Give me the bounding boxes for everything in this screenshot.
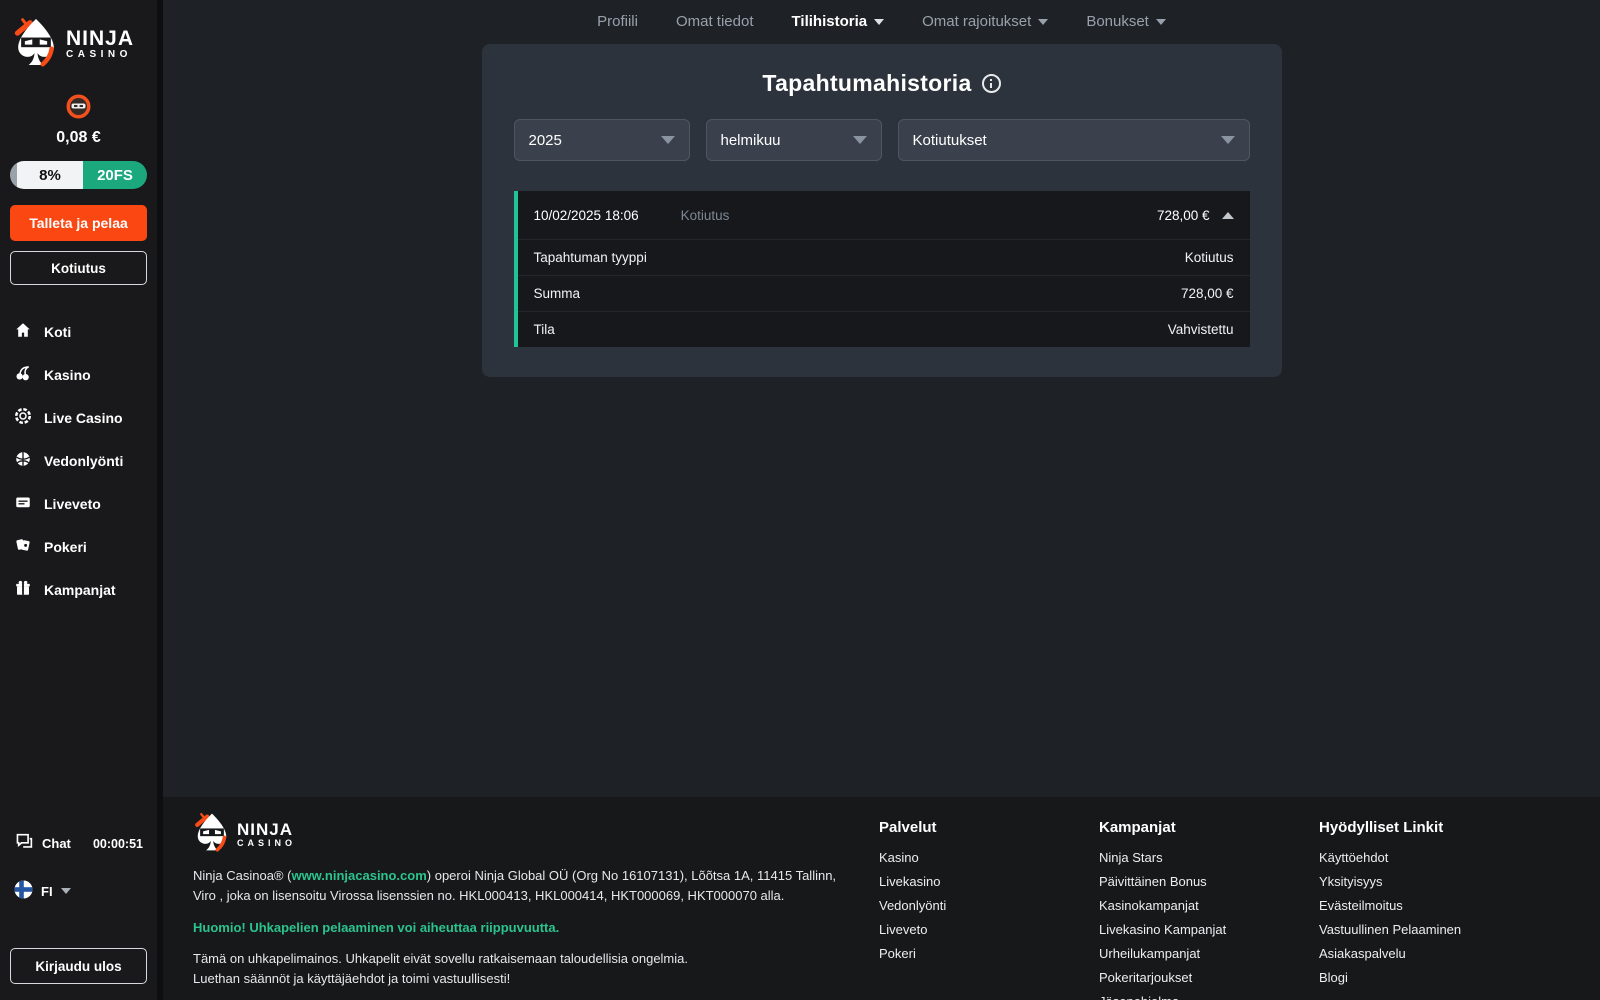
player-avatar-icon[interactable]	[65, 107, 92, 124]
progress-fill	[10, 161, 17, 189]
sidebar: NINJA CASINO 0,08 € 8% 20FS Talleta ja p…	[0, 0, 163, 1000]
sidebar-item-liveveto[interactable]: Liveveto	[14, 493, 147, 514]
withdraw-button[interactable]: Kotiutus	[10, 251, 147, 285]
home-icon	[14, 321, 32, 342]
footer-link[interactable]: Vastuullinen Pelaaminen	[1319, 922, 1539, 937]
footer-link[interactable]: Vedonlyönti	[879, 898, 1099, 913]
footer-column-kampanjat: Kampanjat Ninja Stars Päivittäinen Bonus…	[1099, 811, 1319, 1000]
logout-button[interactable]: Kirjaudu ulos	[10, 948, 147, 984]
legal-text: Ninja Casinoa® (www.ninjacasino.com) ope…	[193, 866, 853, 906]
chat-icon	[14, 833, 34, 854]
sidebar-nav: Koti Kasino Live Casino Vedonlyönti Live…	[10, 321, 147, 600]
brand-wordmark: NINJA CASINO	[66, 29, 134, 61]
footer-link[interactable]: Asiakaspalvelu	[1319, 946, 1539, 961]
ninja-spade-icon	[193, 811, 231, 858]
chevron-down-icon	[1221, 136, 1235, 144]
progress-percent: 8%	[17, 161, 83, 189]
footer-link[interactable]: Ninja Stars	[1099, 850, 1319, 865]
footer-brand-logo: NINJA CASINO	[193, 811, 853, 858]
live-badge-icon	[14, 493, 32, 514]
balance-amount: 0,08 €	[10, 129, 147, 147]
footer-link[interactable]: Evästeilmoitus	[1319, 898, 1539, 913]
footer-link[interactable]: Käyttöehdot	[1319, 850, 1539, 865]
tab-omat-rajoitukset[interactable]: Omat rajoitukset	[922, 13, 1048, 30]
sidebar-item-kampanjat[interactable]: Kampanjat	[14, 579, 147, 600]
footer-link[interactable]: Kasinokampanjat	[1099, 898, 1319, 913]
footer: NINJA CASINO Ninja Casinoa® (www.ninjaca…	[163, 797, 1600, 1000]
transaction-date: 10/02/2025 18:06	[534, 208, 639, 223]
footer-link[interactable]: Yksityisyys	[1319, 874, 1539, 889]
transaction-detail-row: Tapahtuman tyyppi Kotiutus	[518, 239, 1250, 275]
freespins-badge: 20FS	[83, 161, 147, 189]
info-icon[interactable]	[982, 74, 1001, 93]
sidebar-item-live-casino[interactable]: Live Casino	[14, 407, 147, 428]
footer-link[interactable]: Livekasino Kampanjat	[1099, 922, 1319, 937]
footer-legal-block: NINJA CASINO Ninja Casinoa® (www.ninjaca…	[193, 811, 853, 1000]
chat-label: Chat	[42, 836, 71, 851]
playing-cards-icon	[14, 536, 32, 557]
footer-link[interactable]: Liveveto	[879, 922, 1099, 937]
account-top-nav: Profiili Omat tiedot Tilihistoria Omat r…	[163, 0, 1600, 42]
sports-ball-icon	[14, 450, 32, 471]
session-timer: 00:00:51	[93, 837, 143, 851]
footer-column-palvelut: Palvelut Kasino Livekasino Vedonlyönti L…	[879, 811, 1099, 1000]
year-select[interactable]: 2025	[514, 119, 690, 161]
chevron-up-icon	[1222, 212, 1234, 219]
main-area: Profiili Omat tiedot Tilihistoria Omat r…	[163, 0, 1600, 1000]
page-title: Tapahtumahistoria	[762, 70, 971, 97]
finland-flag-icon	[14, 880, 33, 902]
sidebar-bottom: Chat 00:00:51 FI Kirjaudu ulos	[10, 833, 147, 984]
gift-icon	[14, 579, 32, 600]
casino-chip-icon	[14, 407, 32, 428]
sidebar-item-vedonlyonti[interactable]: Vedonlyönti	[14, 450, 147, 471]
chevron-down-icon	[1156, 19, 1166, 25]
language-selector[interactable]: FI	[10, 880, 147, 902]
gambling-disclaimer: Tämä on uhkapelimainos. Uhkapelit eivät …	[193, 949, 853, 989]
transaction-detail-row: Tila Vahvistettu	[518, 311, 1250, 347]
footer-link[interactable]: Urheilukampanjat	[1099, 946, 1319, 961]
tab-omat-tiedot[interactable]: Omat tiedot	[676, 13, 754, 30]
transaction-history-card: Tapahtumahistoria 2025 helmikuu Kotiutuk…	[482, 44, 1282, 377]
chevron-down-icon	[874, 19, 884, 25]
addiction-warning: Huomio! Uhkapelien pelaaminen voi aiheut…	[193, 920, 853, 935]
bonus-progress-bar[interactable]: 8% 20FS	[10, 161, 147, 189]
transaction-type: Kotiutus	[681, 208, 730, 223]
tab-profiili[interactable]: Profiili	[597, 13, 638, 30]
language-code: FI	[41, 884, 53, 899]
history-filters: 2025 helmikuu Kotiutukset	[514, 119, 1250, 161]
transaction-amount: 728,00 €	[1157, 208, 1210, 223]
transaction-type-select[interactable]: Kotiutukset	[898, 119, 1250, 161]
footer-column-hyodylliset-linkit: Hyödylliset Linkit Käyttöehdot Yksityisy…	[1319, 811, 1539, 1000]
chevron-down-icon	[1038, 19, 1048, 25]
sidebar-item-kasino[interactable]: Kasino	[14, 364, 147, 385]
footer-brand-wordmark: NINJA CASINO	[237, 821, 296, 848]
chat-button[interactable]: Chat 00:00:51	[10, 833, 147, 854]
deposit-button[interactable]: Talleta ja pelaa	[10, 205, 147, 241]
ninja-spade-icon	[12, 16, 60, 73]
footer-link[interactable]: Kasino	[879, 850, 1099, 865]
chevron-down-icon	[853, 136, 867, 144]
content-area: Tapahtumahistoria 2025 helmikuu Kotiutuk…	[163, 42, 1600, 797]
balance-block: 0,08 €	[10, 93, 147, 147]
footer-link[interactable]: Päivittäinen Bonus	[1099, 874, 1319, 889]
transaction-header[interactable]: 10/02/2025 18:06 Kotiutus 728,00 €	[518, 191, 1250, 239]
footer-link[interactable]: Livekasino	[879, 874, 1099, 889]
sidebar-item-koti[interactable]: Koti	[14, 321, 147, 342]
cherries-icon	[14, 364, 32, 385]
footer-link[interactable]: Pokeri	[879, 946, 1099, 961]
transaction-item: 10/02/2025 18:06 Kotiutus 728,00 € Tapah…	[514, 191, 1250, 347]
footer-link[interactable]: Pokeritarjoukset	[1099, 970, 1319, 985]
footer-link[interactable]: Jäsenohjelma	[1099, 994, 1319, 1000]
tab-bonukset[interactable]: Bonukset	[1086, 13, 1166, 30]
chevron-down-icon	[661, 136, 675, 144]
transaction-detail-row: Summa 728,00 €	[518, 275, 1250, 311]
chevron-down-icon	[61, 888, 71, 894]
month-select[interactable]: helmikuu	[706, 119, 882, 161]
footer-link[interactable]: Blogi	[1319, 970, 1539, 985]
sidebar-item-pokeri[interactable]: Pokeri	[14, 536, 147, 557]
tab-tilihistoria[interactable]: Tilihistoria	[792, 13, 885, 30]
ninjacasino-link[interactable]: www.ninjacasino.com	[291, 868, 426, 883]
brand-logo[interactable]: NINJA CASINO	[10, 14, 147, 77]
